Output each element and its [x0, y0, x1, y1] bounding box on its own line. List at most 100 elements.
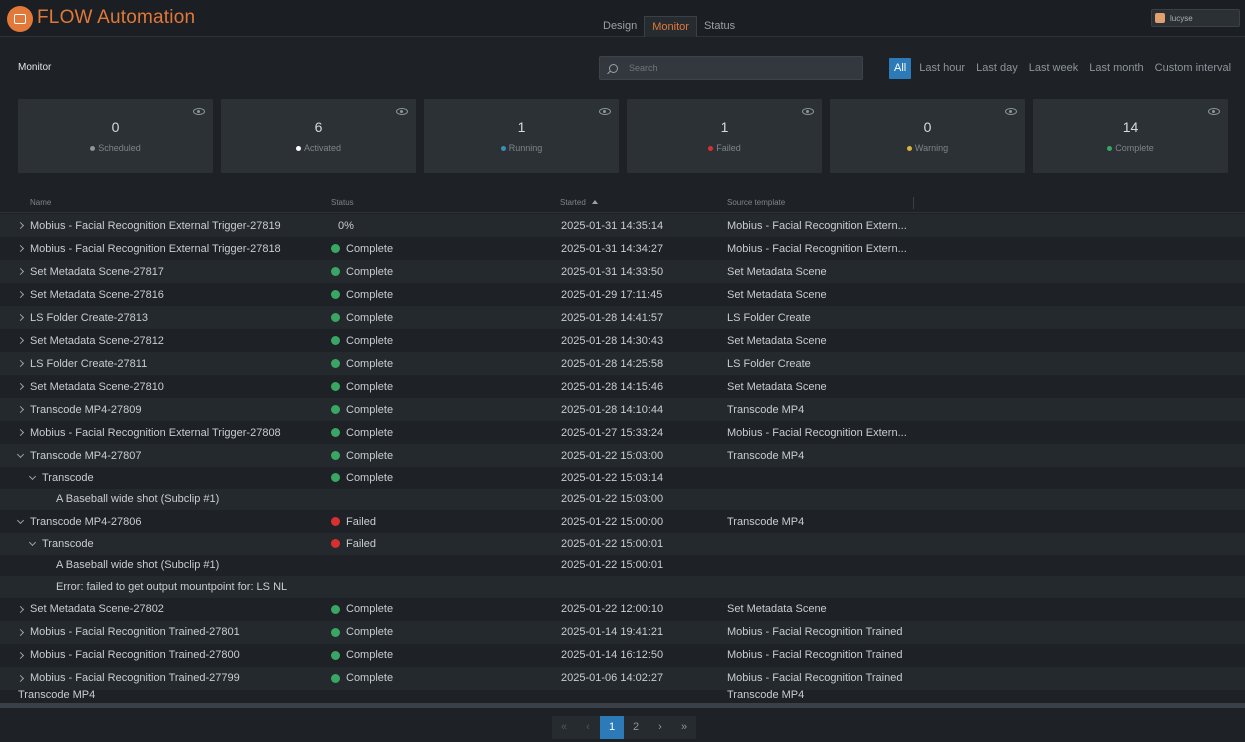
chevron-right-icon[interactable] [16, 382, 25, 391]
card-activated[interactable]: 6 Activated [221, 99, 416, 173]
eye-icon[interactable] [396, 108, 408, 115]
table-header: Name Status Started Source template [0, 193, 1245, 213]
tab-status[interactable]: Status [697, 16, 742, 37]
next-page-button[interactable]: › [648, 716, 672, 739]
card-running[interactable]: 1 Running [424, 99, 619, 173]
filter-last-month[interactable]: Last month [1089, 58, 1143, 79]
user-menu[interactable]: lucyse [1151, 9, 1240, 27]
row-source-template: Mobius - Facial Recognition Trained [727, 672, 903, 684]
last-page-button[interactable]: » [672, 716, 696, 739]
row-status: Failed [346, 515, 376, 528]
row-started: 2025-01-28 14:41:57 [561, 311, 664, 324]
filter-last-hour[interactable]: Last hour [919, 58, 965, 79]
card-scheduled[interactable]: 0 Scheduled [18, 99, 213, 173]
chevron-down-icon[interactable] [28, 472, 37, 480]
row-name: LS Folder Create-27811 [30, 357, 148, 370]
page-1-button[interactable]: 1 [600, 716, 624, 739]
chevron-right-icon[interactable] [16, 336, 25, 345]
eye-icon[interactable] [802, 108, 814, 115]
previous-page-button[interactable]: ‹ [576, 716, 600, 739]
card-label: Activated [303, 143, 342, 153]
horizontal-scrollbar[interactable] [0, 703, 1245, 708]
chevron-right-icon[interactable] [16, 428, 25, 437]
table-row[interactable]: LS Folder Create-27811 Complete 2025-01-28… [0, 352, 1245, 375]
filter-custom-interval[interactable]: Custom interval [1155, 58, 1231, 79]
tab-design[interactable]: Design [596, 16, 644, 37]
filter-last-day[interactable]: Last day [976, 58, 1018, 79]
table-row[interactable]: Transcode MP4-27806 Failed 2025-01-22 15:0… [0, 510, 1245, 533]
filter-last-week[interactable]: Last week [1029, 58, 1079, 79]
chevron-right-icon[interactable] [16, 244, 25, 253]
chevron-right-icon[interactable] [16, 651, 25, 659]
row-name: LS Folder Create-27813 [30, 311, 149, 324]
row-started: 2025-01-31 14:33:50 [561, 265, 664, 278]
column-divider[interactable] [913, 197, 914, 209]
tab-monitor[interactable]: Monitor [644, 16, 697, 37]
column-header-source-template[interactable]: Source template [727, 198, 785, 207]
card-failed[interactable]: 1 Failed [627, 99, 822, 173]
row-status: Complete [346, 672, 394, 684]
table-row[interactable]: Mobius - Facial Recognition Trained-2780… [0, 620, 1245, 644]
column-header-status[interactable]: Status [331, 198, 354, 207]
table-detail-row[interactable]: A Baseball wide shot (Subclip #1) 2025-01… [0, 555, 1245, 577]
column-header-name[interactable]: Name [30, 198, 51, 207]
search-input[interactable]: Search [599, 56, 863, 80]
search-placeholder: Search [629, 63, 658, 73]
card-count: 1 [517, 119, 526, 135]
complete-status-icon [331, 405, 340, 414]
table-row[interactable]: Mobius - Facial Recognition External Tri… [0, 214, 1245, 237]
chevron-right-icon[interactable] [16, 605, 25, 613]
table-row[interactable]: Mobius - Facial Recognition External Tri… [0, 237, 1245, 260]
row-status: Complete [346, 649, 394, 661]
column-header-started[interactable]: Started [560, 198, 598, 207]
card-count: 0 [111, 119, 120, 135]
chevron-down-icon[interactable] [28, 538, 37, 546]
table-row[interactable]: LS Folder Create-27813 Complete 2025-01-28… [0, 306, 1245, 329]
page-2-button[interactable]: 2 [624, 716, 648, 739]
column-header-started-label: Started [560, 198, 586, 207]
table-detail-row[interactable]: A Baseball wide shot (Subclip #1) 2025-01… [0, 488, 1245, 510]
table-row[interactable]: Mobius - Facial Recognition External Tri… [0, 421, 1245, 444]
chevron-right-icon[interactable] [16, 267, 25, 276]
eye-icon[interactable] [1208, 108, 1220, 115]
row-started: 2025-01-22 15:00:01 [561, 559, 664, 572]
row-started: 2025-01-22 15:00:01 [561, 537, 664, 550]
flow-logo-icon[interactable] [7, 6, 33, 32]
card-warning[interactable]: 0 Warning [830, 99, 1025, 173]
row-started: 2025-01-28 14:30:43 [561, 334, 664, 347]
row-status: Complete [346, 265, 394, 278]
row-started: 2025-01-22 15:03:00 [561, 493, 664, 506]
table-row[interactable]: Transcode MP4-27807 Complete 2025-01-22 15… [0, 444, 1245, 467]
chevron-down-icon[interactable] [16, 450, 25, 458]
chevron-right-icon[interactable] [16, 405, 25, 414]
chevron-right-icon[interactable] [16, 674, 25, 682]
chevron-right-icon[interactable] [16, 221, 25, 230]
table-row[interactable]: Set Metadata Scene-27812 Complete 2025-01-… [0, 329, 1245, 352]
chevron-right-icon[interactable] [16, 313, 25, 322]
table-row[interactable]: Set Metadata Scene-27802 Complete 2025-01-… [0, 598, 1245, 621]
table-row[interactable]: Mobius - Facial Recognition Trained-2780… [0, 644, 1245, 667]
eye-icon[interactable] [193, 108, 205, 115]
chevron-right-icon[interactable] [16, 290, 25, 299]
table-row[interactable]: Transcode MP4 Transcode MP4 [0, 690, 1245, 700]
chevron-right-icon[interactable] [16, 628, 25, 636]
chevron-right-icon[interactable] [16, 359, 25, 368]
chevron-down-icon[interactable] [16, 516, 25, 524]
filter-all[interactable]: All [889, 58, 912, 79]
row-started: 2025-01-31 14:34:27 [561, 242, 664, 255]
card-count: 1 [720, 119, 729, 135]
eye-icon[interactable] [1005, 108, 1017, 115]
complete-status-icon [331, 604, 340, 614]
table-row[interactable]: Mobius - Facial Recognition Trained-2779… [0, 666, 1245, 690]
card-complete[interactable]: 14 Complete [1033, 99, 1228, 173]
run-list: Mobius - Facial Recognition External Tri… [0, 214, 1245, 700]
table-row[interactable]: Set Metadata Scene-27816 Complete 2025-01-… [0, 283, 1245, 306]
table-subrow[interactable]: Transcode Failed 2025-01-22 15:00:01 [0, 533, 1245, 555]
table-row[interactable]: Set Metadata Scene-27817 Complete 2025-01-… [0, 260, 1245, 283]
table-detail-row[interactable]: Error: failed to get output mountpoint f… [0, 576, 1245, 598]
first-page-button[interactable]: « [552, 716, 576, 739]
table-row[interactable]: Transcode MP4-27809 Complete 2025-01-28 14… [0, 398, 1245, 421]
table-row[interactable]: Set Metadata Scene-27810 Complete 2025-01-… [0, 375, 1245, 398]
table-subrow[interactable]: Transcode Complete 2025-01-22 15:03:14 [0, 467, 1245, 489]
eye-icon[interactable] [599, 108, 611, 115]
